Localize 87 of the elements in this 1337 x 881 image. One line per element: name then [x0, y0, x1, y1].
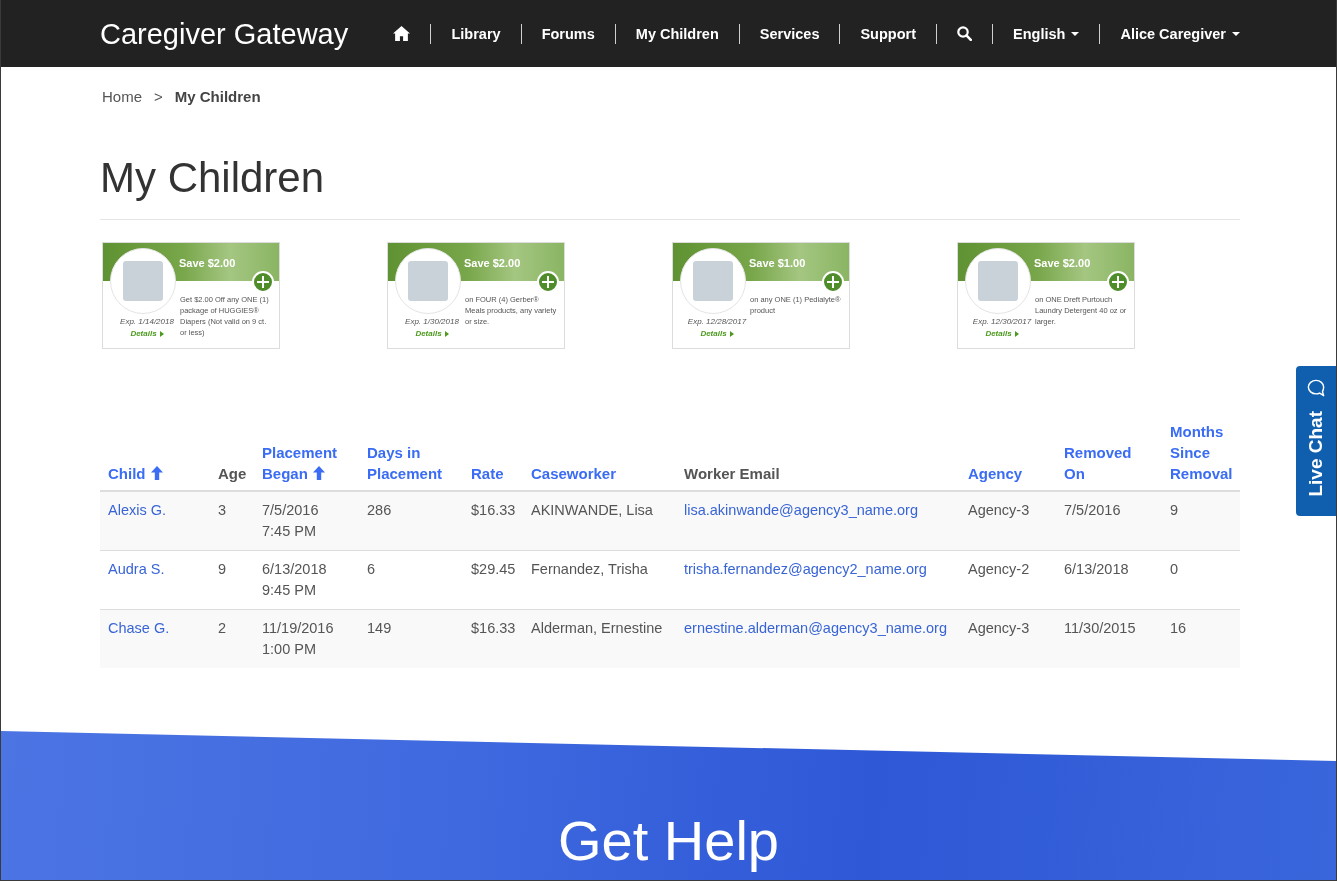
cell-link[interactable]: trisha.fernandez@agency2_name.org	[684, 561, 927, 577]
table-cell: 6/13/2018 9:45 PM	[262, 561, 327, 598]
search-button[interactable]	[957, 26, 973, 41]
caret-icon	[1014, 331, 1019, 337]
table-cell: $29.45	[471, 561, 516, 577]
breadcrumb-separator: >	[154, 87, 163, 107]
column-header[interactable]: Rate	[471, 463, 504, 484]
column-header[interactable]: Days in Placement	[367, 442, 455, 484]
caret-icon	[444, 331, 449, 337]
table-cell: 9	[1170, 502, 1179, 518]
home-link[interactable]	[393, 26, 411, 41]
table-cell: 3	[218, 502, 227, 518]
nav-dropdown[interactable]: Alice Caregiver	[1120, 23, 1240, 44]
table-cell: 7/5/2016	[1064, 502, 1121, 518]
table-cell: $16.33	[471, 502, 516, 518]
column-header[interactable]: Agency	[968, 463, 1023, 484]
banner-heading: Get Help	[558, 811, 779, 871]
column-header[interactable]: Child	[108, 463, 163, 484]
sort-up-icon	[150, 466, 163, 480]
search-icon	[957, 26, 973, 41]
details-link[interactable]: Details	[415, 329, 449, 339]
expiry-date: Exp. 12/28/2017	[687, 317, 747, 327]
cell-link[interactable]: lisa.akinwande@agency3_name.org	[684, 502, 918, 518]
table-cell: 6/13/2018	[1064, 561, 1129, 577]
breadcrumb-current: My Children	[174, 87, 261, 107]
table-cell: 9	[218, 561, 227, 577]
expiry-date: Exp. 12/30/2017	[972, 317, 1032, 327]
details-link[interactable]: Details	[985, 329, 1019, 339]
nav-link[interactable]: Library	[451, 23, 501, 44]
column-header[interactable]: Placement Began	[262, 442, 351, 484]
caret-icon	[1232, 31, 1240, 36]
table-cell: 6	[367, 561, 376, 577]
add-coupon-button[interactable]	[537, 271, 559, 293]
add-coupon-button[interactable]	[1107, 271, 1129, 293]
home-icon	[393, 26, 411, 41]
cell-link[interactable]: ernestine.alderman@agency3_name.org	[684, 620, 947, 636]
caret-icon	[159, 331, 164, 337]
coupon-amount: Save $1.00	[749, 256, 806, 270]
plus-icon	[542, 276, 554, 288]
table-cell: 11/19/2016 1:00 PM	[262, 620, 334, 657]
breadcrumb-link[interactable]: Home	[102, 87, 142, 107]
details-link[interactable]: Details	[700, 329, 734, 339]
caret-icon	[729, 331, 734, 337]
nav-dropdown[interactable]: English	[1013, 23, 1080, 44]
table-cell: 2	[218, 620, 227, 636]
nav-link[interactable]: Support	[860, 23, 917, 44]
expiry-date: Exp. 1/14/2018	[120, 317, 174, 327]
column-header: Worker Email	[684, 464, 780, 484]
column-header[interactable]: Caseworker	[531, 463, 617, 484]
cell-link[interactable]: Chase G.	[108, 620, 170, 636]
table-cell: 16	[1170, 620, 1187, 636]
table-cell: 7/5/2016 7:45 PM	[262, 502, 319, 539]
table-cell: $16.33	[471, 620, 516, 636]
table-cell: Fernandez, Trisha	[531, 561, 648, 577]
coupon-amount: Save $2.00	[1034, 256, 1091, 270]
table-cell: 149	[367, 620, 392, 636]
plus-icon	[257, 276, 269, 288]
chat-bubble-icon	[1307, 379, 1325, 397]
plus-icon	[1112, 276, 1124, 288]
plus-icon	[827, 276, 839, 288]
nav-link[interactable]: Services	[759, 23, 820, 44]
nav-link[interactable]: Forums	[541, 23, 595, 44]
cell-link[interactable]: Audra S.	[108, 561, 165, 577]
column-header: Age	[218, 464, 247, 484]
column-header[interactable]: Removed On	[1064, 442, 1154, 484]
table-cell: Agency-3	[968, 620, 1030, 636]
table-cell: Agency-3	[968, 502, 1030, 518]
coupon-amount: Save $2.00	[464, 256, 521, 270]
site-title[interactable]: Caregiver Gateway	[100, 15, 349, 52]
cell-link[interactable]: Alexis G.	[108, 502, 166, 518]
table-cell: Alderman, Ernestine	[531, 620, 663, 636]
table-cell: Agency-2	[968, 561, 1030, 577]
caret-icon	[1071, 31, 1080, 36]
page-title: My Children	[100, 153, 325, 203]
table-cell: 0	[1170, 561, 1179, 577]
details-link[interactable]: Details	[130, 329, 164, 339]
add-coupon-button[interactable]	[822, 271, 844, 293]
table-cell: AKINWANDE, Lisa	[531, 502, 653, 518]
table-cell: 286	[367, 502, 392, 518]
live-chat-button[interactable]: Live Chat	[1296, 366, 1336, 516]
sort-up-icon	[312, 466, 325, 480]
add-coupon-button[interactable]	[252, 271, 274, 293]
table-cell: 11/30/2015	[1064, 620, 1136, 636]
expiry-date: Exp. 1/30/2018	[405, 317, 459, 327]
nav-link[interactable]: My Children	[635, 23, 719, 44]
column-header[interactable]: Months Since Removal	[1170, 421, 1233, 484]
coupon-amount: Save $2.00	[179, 256, 236, 270]
